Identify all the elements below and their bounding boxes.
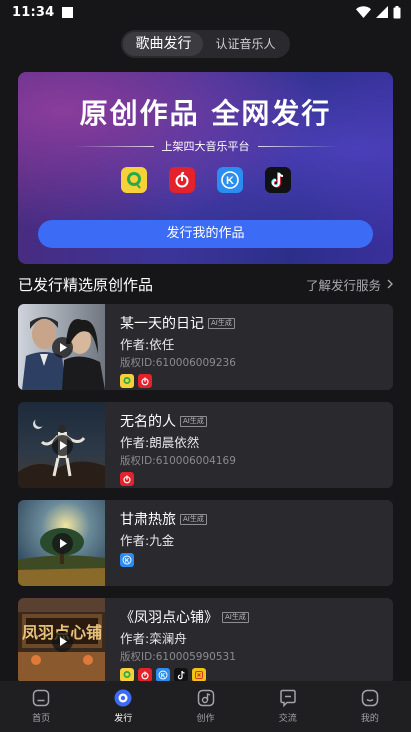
song-title: 无名的人 [120, 414, 176, 430]
svg-text:K: K [161, 673, 166, 679]
battery-icon [393, 5, 401, 18]
play-icon [59, 343, 67, 352]
play-button[interactable] [52, 435, 73, 456]
status-bar: 11:34 [0, 0, 411, 24]
release-banner[interactable]: 原创作品 全网发行 上架四大音乐平台 K 发行我的作品 [18, 72, 393, 264]
status-time: 11:34 [12, 4, 55, 20]
segment-control: 歌曲发行 认证音乐人 [121, 30, 290, 58]
ai-generated-badge: AI生成 [208, 317, 235, 329]
nav-profile-label: 我的 [360, 714, 379, 724]
kugou-music-icon: K [120, 553, 134, 567]
banner-subtitle: 上架四大音乐平台 [161, 140, 250, 153]
svg-text:K: K [226, 175, 234, 187]
banner-title: 原创作品 全网发行 [79, 97, 332, 130]
nav-home[interactable]: 首页 [0, 681, 82, 732]
play-button[interactable] [52, 337, 73, 358]
profile-icon [361, 689, 379, 707]
netease-music-icon [138, 374, 152, 388]
chevron-right-icon [387, 279, 393, 289]
tiktok-icon [264, 167, 291, 193]
signal-icon [376, 6, 388, 18]
svg-text:K: K [125, 558, 130, 564]
notification-icon [62, 6, 74, 18]
nav-release-label: 发行 [114, 714, 133, 724]
release-my-work-button[interactable]: 发行我的作品 [38, 220, 373, 248]
song-card[interactable]: 无名的人 AI生成 作者:朗晨依然 版权ID:610006004169 [18, 402, 393, 488]
nav-create[interactable]: 创作 [164, 681, 246, 732]
learn-release-service-link[interactable]: 了解发行服务 [306, 275, 393, 294]
copyright-id: 版权ID:610006009236 [120, 357, 236, 369]
create-icon [197, 689, 214, 707]
section-title: 已发行精选原创作品 [18, 275, 154, 294]
nav-profile[interactable]: 我的 [329, 681, 411, 732]
nav-create-label: 创作 [196, 714, 215, 724]
learn-release-service-label: 了解发行服务 [305, 277, 381, 293]
song-card[interactable]: 甘肃热旅 AI生成 作者:九金 K [18, 500, 393, 586]
netease-music-icon [138, 668, 152, 682]
song-card[interactable]: 凤羽点心铺 《凤羽点心铺》 AI生成 作者:栾澜舟 版权ID:610005990… [18, 598, 393, 684]
netease-music-icon [168, 167, 195, 193]
ai-generated-badge: AI生成 [180, 513, 207, 525]
qq-music-icon [120, 167, 147, 193]
release-icon [114, 689, 132, 707]
play-icon [59, 637, 67, 646]
chat-icon [279, 689, 296, 708]
netease-music-icon [120, 472, 134, 486]
ai-generated-badge: AI生成 [180, 415, 207, 427]
nav-chat-label: 交流 [278, 714, 297, 724]
home-icon [32, 689, 50, 707]
copyright-id: 版权ID:610006004169 [120, 455, 236, 467]
wifi-icon [356, 6, 371, 18]
ai-generated-badge: AI生成 [222, 611, 249, 623]
song-card[interactable]: 某一天的日记 AI生成 作者:依任 版权ID:610006009236 [18, 304, 393, 390]
kugou-music-icon: K [156, 668, 170, 682]
bottom-nav: 首页 发行 创作 交流 我的 [0, 681, 411, 732]
play-button[interactable] [52, 631, 73, 652]
song-author: 作者:九金 [120, 533, 175, 548]
song-title: 甘肃热旅 [120, 512, 176, 528]
kugou-music-icon: K [216, 167, 243, 193]
play-icon [59, 441, 67, 450]
nav-release[interactable]: 发行 [82, 681, 164, 732]
kuwo-music-icon [192, 668, 206, 682]
nav-chat[interactable]: 交流 [247, 681, 329, 732]
song-author: 作者:朗晨依然 [120, 435, 200, 450]
divider [257, 145, 338, 147]
tab-certified-musician[interactable]: 认证音乐人 [203, 32, 287, 56]
song-title: 某一天的日记 [120, 316, 204, 332]
divider [73, 145, 154, 147]
qq-music-icon [120, 374, 134, 388]
song-author: 作者:栾澜舟 [120, 631, 187, 646]
copyright-id: 版权ID:610005990531 [120, 651, 236, 663]
play-icon [59, 539, 67, 548]
song-author: 作者:依任 [120, 337, 175, 352]
tab-song-release[interactable]: 歌曲发行 [123, 32, 204, 56]
play-button[interactable] [52, 533, 73, 554]
tiktok-icon [174, 668, 188, 682]
song-title: 《凤羽点心铺》 [120, 610, 218, 626]
nav-home-label: 首页 [32, 714, 51, 724]
qq-music-icon [120, 668, 134, 682]
